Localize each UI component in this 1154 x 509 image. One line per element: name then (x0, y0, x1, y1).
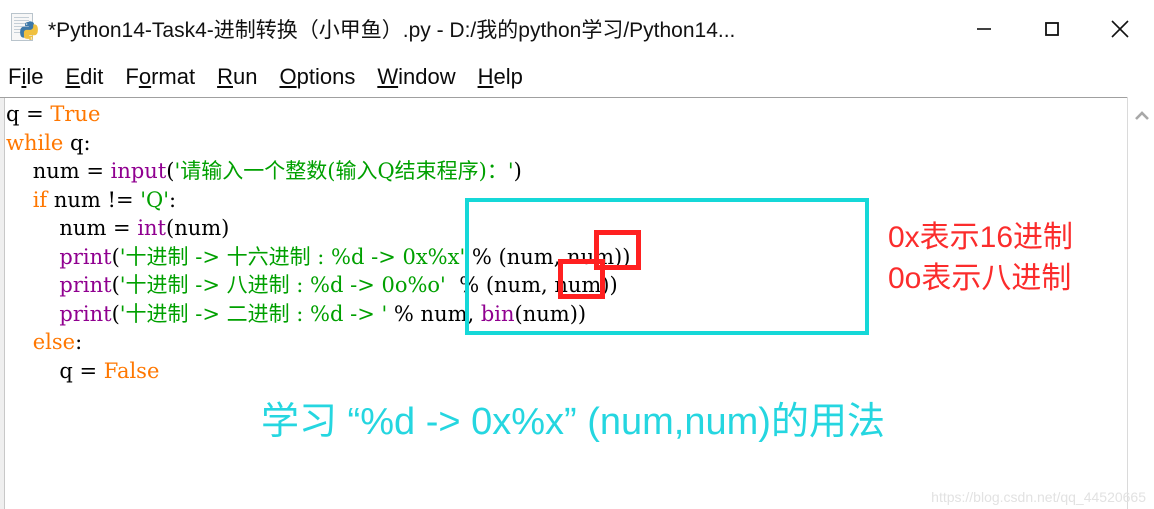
code-token-norm: num = (6, 159, 111, 183)
code-token-norm: num != (47, 187, 141, 212)
code-token-norm (6, 245, 59, 269)
code-token-norm: num = (6, 216, 138, 240)
menu-item-help[interactable]: Help (478, 66, 523, 88)
code-line: q = False (6, 357, 1126, 386)
code-line: print('十进制 -> 二进制 : %d -> ' % num, bin(n… (6, 300, 1126, 329)
title-bar: *Python14-Task4-进制转换（小甲鱼）.py - D:/我的pyth… (0, 0, 1154, 57)
code-token-norm (6, 302, 59, 326)
code-token-str: 'Q' (140, 187, 169, 212)
code-token-norm (6, 273, 59, 297)
code-token-norm: % (num, num)) (445, 273, 618, 297)
code-token-str: '请输入一个整数(输入Q结束程序)：' (174, 159, 514, 183)
code-token-str: '十进制 -> 十六进制 : %d -> 0x%x' (119, 244, 466, 269)
code-token-kw: if (32, 187, 48, 212)
code-token-norm: ( (111, 301, 120, 326)
code-token-kw: True (50, 102, 101, 126)
code-editor-area[interactable]: q = True while q: num = input('请输入一个整数(输入… (0, 97, 1154, 509)
menu-accelerator-key: i (21, 64, 27, 89)
minimize-icon (977, 27, 991, 30)
code-token-bi: int (137, 216, 166, 240)
code-line: while q: (6, 129, 1126, 158)
window-controls (950, 0, 1154, 57)
chevron-up-icon (1134, 111, 1149, 120)
maximize-button[interactable] (1018, 0, 1086, 57)
code-token-norm: ) (513, 159, 522, 183)
minimize-button[interactable] (950, 0, 1018, 57)
python-logo-icon (20, 20, 38, 40)
blog-watermark: https://blog.csdn.net/qq_44520665 (931, 489, 1146, 505)
code-line: if num != 'Q': (6, 186, 1126, 215)
code-token-kw: else (32, 330, 76, 354)
code-token-norm: q = (6, 358, 104, 383)
code-token-norm: (num)) (514, 301, 587, 326)
menu-accelerator-key: o (138, 64, 152, 89)
menu-accelerator-key: O (279, 64, 297, 89)
python-file-icon (8, 12, 42, 46)
close-button[interactable] (1086, 0, 1154, 57)
window-title: *Python14-Task4-进制转换（小甲鱼）.py - D:/我的pyth… (48, 18, 736, 42)
menu-accelerator-key: H (477, 64, 494, 89)
code-line: q = True (6, 100, 1126, 129)
idle-editor-window: *Python14-Task4-进制转换（小甲鱼）.py - D:/我的pyth… (0, 0, 1154, 509)
code-token-norm (6, 330, 33, 354)
code-token-norm: q = (6, 102, 51, 126)
code-token-norm: % (num, num)) (465, 244, 631, 269)
oct-annotation-text: 0o表示八进制 (888, 262, 1072, 295)
code-token-kw: while (6, 130, 64, 155)
code-token-norm: : (169, 187, 177, 212)
menu-accelerator-key: E (65, 64, 81, 89)
scroll-up-button[interactable] (1128, 105, 1154, 127)
code-line: else: (6, 328, 1126, 357)
menu-item-edit[interactable]: Edit (65, 66, 103, 88)
menu-item-options[interactable]: Options (279, 66, 355, 88)
code-token-norm: (num) (166, 216, 230, 240)
code-token-kw: False (103, 358, 160, 383)
code-token-str: '十进制 -> 二进制 : %d -> ' (119, 301, 388, 326)
code-line: num = input('请输入一个整数(输入Q结束程序)：') (6, 157, 1126, 186)
lesson-caption-text: 学习 “%d -> 0x%x” (num,num)的用法 (261, 401, 885, 443)
code-token-norm: ( (111, 244, 120, 269)
menu-accelerator-key: W (377, 64, 399, 89)
code-token-norm: q: (63, 130, 91, 155)
menu-bar: File Edit Format Run Options Window Help (0, 57, 1154, 97)
menu-item-format[interactable]: Format (125, 66, 195, 88)
code-token-norm: % num, (387, 301, 481, 326)
code-token-norm: ( (111, 273, 120, 297)
code-token-bi: print (59, 244, 112, 269)
code-token-bi: print (59, 301, 112, 326)
menu-item-file[interactable]: File (8, 66, 43, 88)
code-token-bi: print (59, 273, 112, 297)
code-token-norm: : (75, 330, 83, 354)
menu-item-window[interactable]: Window (377, 66, 455, 88)
editor-gutter (0, 98, 5, 509)
menu-accelerator-key: R (217, 64, 233, 89)
close-icon (1111, 19, 1129, 38)
code-token-bi: bin (480, 301, 515, 326)
hex-annotation-text: 0x表示16进制 (888, 221, 1074, 254)
menu-item-run[interactable]: Run (217, 66, 257, 88)
vertical-scrollbar[interactable] (1127, 97, 1154, 509)
maximize-icon (1045, 21, 1059, 36)
code-token-bi: input (110, 159, 167, 183)
code-token-str: '十进制 -> 八进制 : %d -> 0o%o' (119, 273, 446, 297)
code-token-norm (6, 188, 33, 212)
